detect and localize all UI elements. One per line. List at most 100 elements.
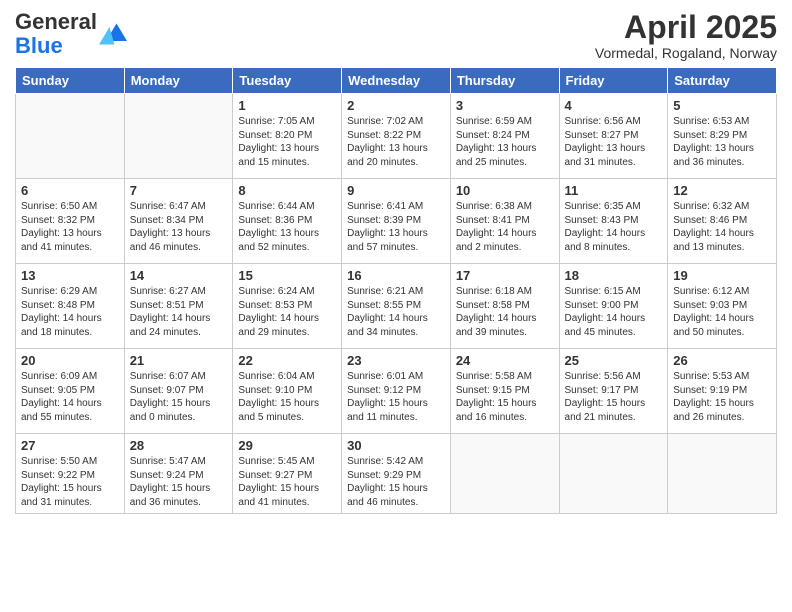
calendar-cell: 3 Sunrise: 6:59 AM Sunset: 8:24 PM Daylig… (450, 94, 559, 179)
day-info: Sunrise: 6:15 AM Sunset: 9:00 PM Dayligh… (565, 285, 663, 339)
calendar-cell: 30 Sunrise: 5:42 AM Sunset: 9:29 PM Dayli… (342, 434, 451, 514)
day-info: Sunrise: 6:41 AM Sunset: 8:39 PM Dayligh… (347, 200, 445, 254)
page: General Blue April 2025 Vormedal, Rogala… (0, 0, 792, 612)
calendar-header-sunday: Sunday (16, 68, 125, 94)
calendar-cell (124, 94, 233, 179)
calendar-cell: 23 Sunrise: 6:01 AM Sunset: 9:12 PM Dayli… (342, 349, 451, 434)
day-info: Sunrise: 6:56 AM Sunset: 8:27 PM Dayligh… (565, 115, 663, 169)
calendar-header-wednesday: Wednesday (342, 68, 451, 94)
day-number: 28 (130, 438, 228, 453)
day-info: Sunrise: 6:44 AM Sunset: 8:36 PM Dayligh… (238, 200, 336, 254)
day-number: 20 (21, 353, 119, 368)
day-number: 13 (21, 268, 119, 283)
calendar-cell: 21 Sunrise: 6:07 AM Sunset: 9:07 PM Dayli… (124, 349, 233, 434)
day-number: 19 (673, 268, 771, 283)
calendar-week-row: 27 Sunrise: 5:50 AM Sunset: 9:22 PM Dayli… (16, 434, 777, 514)
calendar-cell: 18 Sunrise: 6:15 AM Sunset: 9:00 PM Dayli… (559, 264, 668, 349)
day-info: Sunrise: 6:12 AM Sunset: 9:03 PM Dayligh… (673, 285, 771, 339)
day-number: 14 (130, 268, 228, 283)
day-info: Sunrise: 6:47 AM Sunset: 8:34 PM Dayligh… (130, 200, 228, 254)
day-number: 10 (456, 183, 554, 198)
day-number: 2 (347, 98, 445, 113)
calendar-cell: 13 Sunrise: 6:29 AM Sunset: 8:48 PM Dayli… (16, 264, 125, 349)
day-number: 16 (347, 268, 445, 283)
day-info: Sunrise: 6:32 AM Sunset: 8:46 PM Dayligh… (673, 200, 771, 254)
day-number: 7 (130, 183, 228, 198)
calendar-cell: 7 Sunrise: 6:47 AM Sunset: 8:34 PM Daylig… (124, 179, 233, 264)
logo-icon (99, 20, 127, 48)
day-info: Sunrise: 6:35 AM Sunset: 8:43 PM Dayligh… (565, 200, 663, 254)
day-info: Sunrise: 6:53 AM Sunset: 8:29 PM Dayligh… (673, 115, 771, 169)
calendar-header-tuesday: Tuesday (233, 68, 342, 94)
calendar-cell: 28 Sunrise: 5:47 AM Sunset: 9:24 PM Dayli… (124, 434, 233, 514)
calendar-cell (16, 94, 125, 179)
day-number: 29 (238, 438, 336, 453)
day-number: 21 (130, 353, 228, 368)
calendar-cell (450, 434, 559, 514)
calendar-header-friday: Friday (559, 68, 668, 94)
calendar-cell: 19 Sunrise: 6:12 AM Sunset: 9:03 PM Dayli… (668, 264, 777, 349)
day-number: 22 (238, 353, 336, 368)
calendar-cell: 27 Sunrise: 5:50 AM Sunset: 9:22 PM Dayli… (16, 434, 125, 514)
calendar-week-row: 13 Sunrise: 6:29 AM Sunset: 8:48 PM Dayli… (16, 264, 777, 349)
calendar-cell: 26 Sunrise: 5:53 AM Sunset: 9:19 PM Dayli… (668, 349, 777, 434)
day-number: 25 (565, 353, 663, 368)
calendar-cell: 11 Sunrise: 6:35 AM Sunset: 8:43 PM Dayli… (559, 179, 668, 264)
day-info: Sunrise: 5:42 AM Sunset: 9:29 PM Dayligh… (347, 455, 445, 509)
day-info: Sunrise: 5:50 AM Sunset: 9:22 PM Dayligh… (21, 455, 119, 509)
calendar-cell: 29 Sunrise: 5:45 AM Sunset: 9:27 PM Dayli… (233, 434, 342, 514)
day-number: 1 (238, 98, 336, 113)
day-number: 4 (565, 98, 663, 113)
calendar-cell: 5 Sunrise: 6:53 AM Sunset: 8:29 PM Daylig… (668, 94, 777, 179)
logo-general-text: General (15, 9, 97, 34)
logo-blue-text: Blue (15, 33, 63, 58)
day-number: 27 (21, 438, 119, 453)
day-number: 11 (565, 183, 663, 198)
day-info: Sunrise: 6:07 AM Sunset: 9:07 PM Dayligh… (130, 370, 228, 424)
calendar-cell: 16Sunrise: 6:21 AM Sunset: 8:55 PM Dayli… (342, 264, 451, 349)
day-info: Sunrise: 6:38 AM Sunset: 8:41 PM Dayligh… (456, 200, 554, 254)
day-number: 17 (456, 268, 554, 283)
calendar-week-row: 6Sunrise: 6:50 AM Sunset: 8:32 PM Daylig… (16, 179, 777, 264)
day-info: Sunrise: 6:59 AM Sunset: 8:24 PM Dayligh… (456, 115, 554, 169)
calendar-cell: 14 Sunrise: 6:27 AM Sunset: 8:51 PM Dayli… (124, 264, 233, 349)
day-info: Sunrise: 6:24 AM Sunset: 8:53 PM Dayligh… (238, 285, 336, 339)
day-info: Sunrise: 6:01 AM Sunset: 9:12 PM Dayligh… (347, 370, 445, 424)
day-info: Sunrise: 6:29 AM Sunset: 8:48 PM Dayligh… (21, 285, 119, 339)
day-info: Sunrise: 7:05 AM Sunset: 8:20 PM Dayligh… (238, 115, 336, 169)
day-number: 18 (565, 268, 663, 283)
day-info: Sunrise: 5:53 AM Sunset: 9:19 PM Dayligh… (673, 370, 771, 424)
day-info: Sunrise: 6:27 AM Sunset: 8:51 PM Dayligh… (130, 285, 228, 339)
calendar-cell: 8Sunrise: 6:44 AM Sunset: 8:36 PM Daylig… (233, 179, 342, 264)
day-number: 3 (456, 98, 554, 113)
calendar-cell: 6Sunrise: 6:50 AM Sunset: 8:32 PM Daylig… (16, 179, 125, 264)
day-number: 15 (238, 268, 336, 283)
calendar-cell: 15 Sunrise: 6:24 AM Sunset: 8:53 PM Dayli… (233, 264, 342, 349)
calendar-cell: 1 Sunrise: 7:05 AM Sunset: 8:20 PM Daylig… (233, 94, 342, 179)
calendar-cell: 24 Sunrise: 5:58 AM Sunset: 9:15 PM Dayli… (450, 349, 559, 434)
day-number: 26 (673, 353, 771, 368)
calendar-cell (559, 434, 668, 514)
day-number: 6 (21, 183, 119, 198)
header: General Blue April 2025 Vormedal, Rogala… (15, 10, 777, 61)
day-info: Sunrise: 6:18 AM Sunset: 8:58 PM Dayligh… (456, 285, 554, 339)
day-number: 5 (673, 98, 771, 113)
day-number: 30 (347, 438, 445, 453)
day-number: 12 (673, 183, 771, 198)
day-info: Sunrise: 5:45 AM Sunset: 9:27 PM Dayligh… (238, 455, 336, 509)
month-title: April 2025 (595, 10, 777, 45)
day-number: 24 (456, 353, 554, 368)
day-info: Sunrise: 6:04 AM Sunset: 9:10 PM Dayligh… (238, 370, 336, 424)
day-info: Sunrise: 5:58 AM Sunset: 9:15 PM Dayligh… (456, 370, 554, 424)
calendar-header-thursday: Thursday (450, 68, 559, 94)
calendar-cell: 10 Sunrise: 6:38 AM Sunset: 8:41 PM Dayli… (450, 179, 559, 264)
day-info: Sunrise: 5:47 AM Sunset: 9:24 PM Dayligh… (130, 455, 228, 509)
day-info: Sunrise: 7:02 AM Sunset: 8:22 PM Dayligh… (347, 115, 445, 169)
calendar-cell: 20 Sunrise: 6:09 AM Sunset: 9:05 PM Dayli… (16, 349, 125, 434)
day-number: 23 (347, 353, 445, 368)
calendar-cell: 2 Sunrise: 7:02 AM Sunset: 8:22 PM Daylig… (342, 94, 451, 179)
calendar-cell: 9 Sunrise: 6:41 AM Sunset: 8:39 PM Daylig… (342, 179, 451, 264)
day-number: 9 (347, 183, 445, 198)
day-info: Sunrise: 6:09 AM Sunset: 9:05 PM Dayligh… (21, 370, 119, 424)
logo: General Blue (15, 10, 127, 58)
